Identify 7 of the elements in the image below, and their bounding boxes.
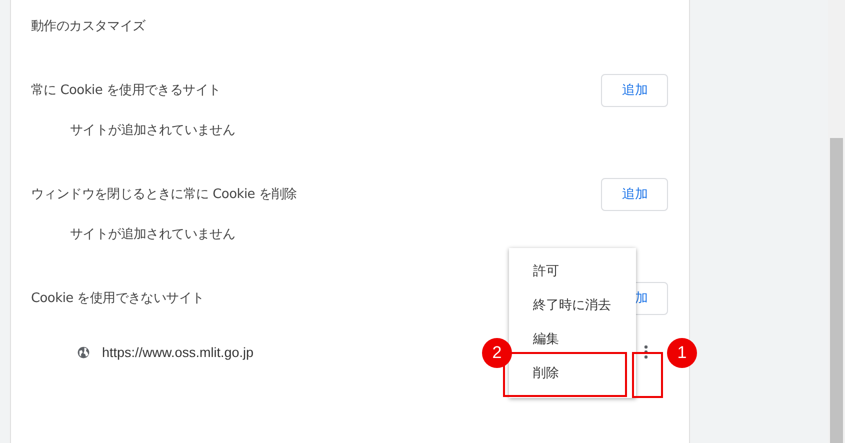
empty-message: サイトが追加されていません [70,122,236,140]
section-heading: 動作のカスタマイズ [31,18,146,36]
section-title: Cookie を使用できないサイト [31,290,204,307]
section-title: 常に Cookie を使用できるサイト [31,82,221,99]
site-url: https://www.oss.mlit.go.jp [102,344,254,360]
empty-message: サイトが追加されていません [70,226,236,244]
section-title: ウィンドウを閉じるときに常に Cookie を削除 [31,186,297,203]
